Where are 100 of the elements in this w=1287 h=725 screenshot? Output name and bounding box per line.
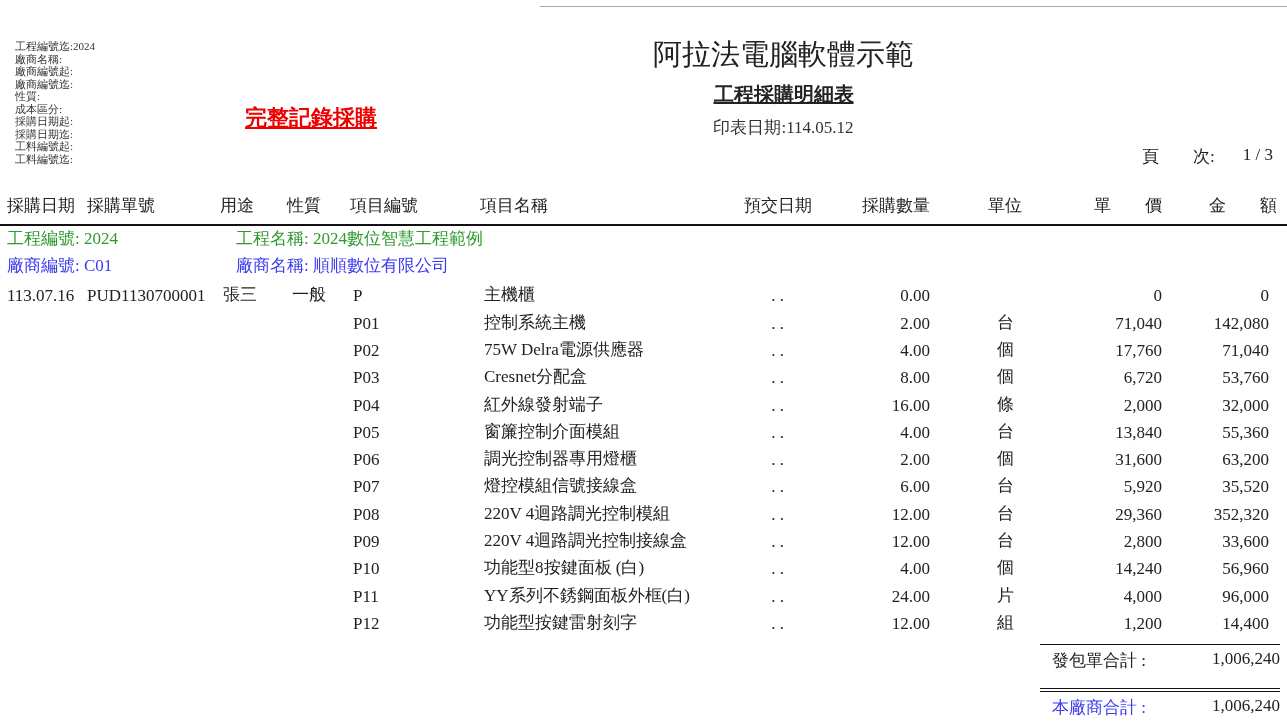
column-header: 性質 bbox=[287, 195, 322, 218]
column-header: 金 額 bbox=[1208, 195, 1277, 218]
filter-label: 成本區分: bbox=[15, 102, 64, 115]
total-value: 1,006,240 bbox=[1212, 648, 1280, 670]
column-header: 採購日期 bbox=[7, 195, 76, 218]
table-cell-text: 張三 bbox=[222, 284, 258, 307]
column-header: 單位 bbox=[987, 195, 1023, 218]
table-cell-text: 0.00 bbox=[899, 286, 930, 307]
table-cell-text: 71,040 bbox=[1114, 313, 1162, 334]
table-cell-text: 2,800 bbox=[1122, 532, 1162, 553]
table-cell-text: PUD1130700001 bbox=[87, 286, 207, 307]
total-label: 發包單合計 : bbox=[1051, 649, 1147, 672]
table-cell-text: 56,960 bbox=[1221, 559, 1270, 580]
project-code: 工程編號: 2024 bbox=[7, 228, 119, 251]
table-cell-text: . . bbox=[770, 395, 785, 416]
table-cell-text: 台 bbox=[995, 311, 1015, 334]
table-cell-text: 12.00 bbox=[890, 504, 930, 525]
table-cell-text: 13,840 bbox=[1114, 422, 1162, 443]
column-header: 項目名稱 bbox=[480, 195, 549, 218]
table-cell-text: . . bbox=[770, 313, 785, 334]
vendor-code: 廠商編號: C01 bbox=[7, 255, 114, 278]
table-cell-text: 5,920 bbox=[1122, 477, 1162, 498]
filter-label: 性質: bbox=[15, 90, 41, 103]
table-cell-text: P03 bbox=[352, 368, 381, 389]
table-cell-text: 功能型按鍵雷射刻字 bbox=[483, 611, 638, 634]
total-value: 1,006,240 bbox=[1212, 695, 1280, 717]
table-cell-text: 220V 4迴路調光控制接線盒 bbox=[483, 530, 689, 553]
table-cell-text: P01 bbox=[352, 313, 381, 334]
page-number: 1 / 3 bbox=[1242, 145, 1273, 165]
table-cell-text: 12.00 bbox=[890, 613, 930, 634]
table-cell-text: 63,200 bbox=[1221, 450, 1270, 471]
table-cell-text: 2.00 bbox=[899, 313, 930, 334]
table-cell-text: 調光控制器專用燈櫃 bbox=[483, 448, 638, 471]
filter-label: 工料編號迄: bbox=[15, 152, 75, 165]
table-cell-text: 紅外線發射端子 bbox=[483, 393, 604, 416]
table-cell-text: . . bbox=[770, 559, 785, 580]
table-cell-text: 6.00 bbox=[899, 477, 930, 498]
table-cell-text: 96,000 bbox=[1221, 586, 1270, 607]
filter-label: 採購日期迄: bbox=[15, 127, 75, 140]
table-cell-text: 14,400 bbox=[1221, 613, 1270, 634]
table-cell-text: 0 bbox=[1152, 286, 1162, 307]
table-cell-text: . . bbox=[770, 368, 785, 389]
table-cell-text: 個 bbox=[995, 338, 1015, 361]
table-cell-text: Cresnet分配盒 bbox=[483, 366, 588, 389]
table-cell-text: P02 bbox=[352, 340, 381, 361]
table-cell-text: . . bbox=[770, 450, 785, 471]
table-cell-text: 組 bbox=[995, 611, 1015, 634]
table-cell-text: 台 bbox=[995, 530, 1015, 553]
column-header: 項目編號 bbox=[350, 195, 419, 218]
table-cell-text: 142,080 bbox=[1212, 313, 1270, 334]
table-cell-text: P08 bbox=[352, 504, 381, 525]
report-title: 工程採購明細表 bbox=[713, 82, 854, 107]
table-cell-text: P06 bbox=[352, 450, 381, 471]
company-title: 阿拉法電腦軟體示範 bbox=[653, 37, 914, 71]
table-cell-text: 35,520 bbox=[1221, 477, 1270, 498]
table-cell-text: 32,000 bbox=[1221, 395, 1270, 416]
table-cell-text: 71,040 bbox=[1221, 340, 1270, 361]
table-cell-text: P07 bbox=[352, 477, 381, 498]
table-cell-text: . . bbox=[770, 613, 785, 634]
table-cell-text: 6,720 bbox=[1122, 368, 1162, 389]
table-cell-text: 29,360 bbox=[1114, 504, 1162, 525]
table-cell-text: . . bbox=[770, 532, 785, 553]
table-cell-text: 片 bbox=[995, 584, 1015, 607]
table-cell-text: . . bbox=[770, 504, 785, 525]
filter-label: 廠商編號迄: bbox=[15, 77, 75, 90]
table-cell-text: P12 bbox=[352, 613, 381, 634]
table-cell-text: 個 bbox=[995, 448, 1015, 471]
table-cell-text: 33,600 bbox=[1221, 532, 1270, 553]
table-cell-text: 控制系統主機 bbox=[483, 311, 587, 334]
table-cell-text: 台 bbox=[995, 502, 1015, 525]
filter-label: 廠商名稱: bbox=[15, 52, 64, 65]
project-name: 工程名稱: 2024數位智慧工程範例 bbox=[236, 228, 484, 251]
table-cell-text: 4.00 bbox=[899, 422, 930, 443]
table-cell-text: 個 bbox=[995, 557, 1015, 580]
filter-label: 工程編號迄:2024 bbox=[15, 40, 97, 53]
table-cell-text: 24.00 bbox=[890, 586, 930, 607]
table-cell-text: 16.00 bbox=[890, 395, 930, 416]
table-cell-text: 台 bbox=[995, 420, 1015, 443]
table-cell-text: 0 bbox=[1259, 286, 1270, 307]
column-header: 預交日期 bbox=[742, 195, 813, 218]
table-cell-text: 4.00 bbox=[899, 340, 930, 361]
table-cell-text: P10 bbox=[352, 559, 381, 580]
table-cell-text: 4.00 bbox=[899, 559, 930, 580]
table-cell-text: 220V 4迴路調光控制模組 bbox=[483, 502, 672, 525]
column-header: 採購單號 bbox=[87, 195, 156, 218]
filter-label: 採購日期起: bbox=[15, 115, 75, 128]
table-cell-text: 個 bbox=[995, 366, 1015, 389]
vendor-name: 廠商名稱: 順順數位有限公司 bbox=[236, 255, 450, 278]
table-cell-text: 1,200 bbox=[1122, 613, 1162, 634]
table-cell-text: . . bbox=[770, 586, 785, 607]
table-cell-text: 31,600 bbox=[1114, 450, 1162, 471]
table-cell-text: 8.00 bbox=[899, 368, 930, 389]
table-cell-text: 12.00 bbox=[890, 532, 930, 553]
table-cell-text: P09 bbox=[352, 532, 381, 553]
table-cell-text: 4,000 bbox=[1122, 586, 1162, 607]
table-cell-text: 352,320 bbox=[1212, 504, 1270, 525]
table-cell-text: 2.00 bbox=[899, 450, 930, 471]
page-label: 頁 次: bbox=[1142, 146, 1215, 168]
table-cell-text: P05 bbox=[352, 422, 381, 443]
table-cell-text: 功能型8按鍵面板 (白) bbox=[483, 557, 646, 580]
